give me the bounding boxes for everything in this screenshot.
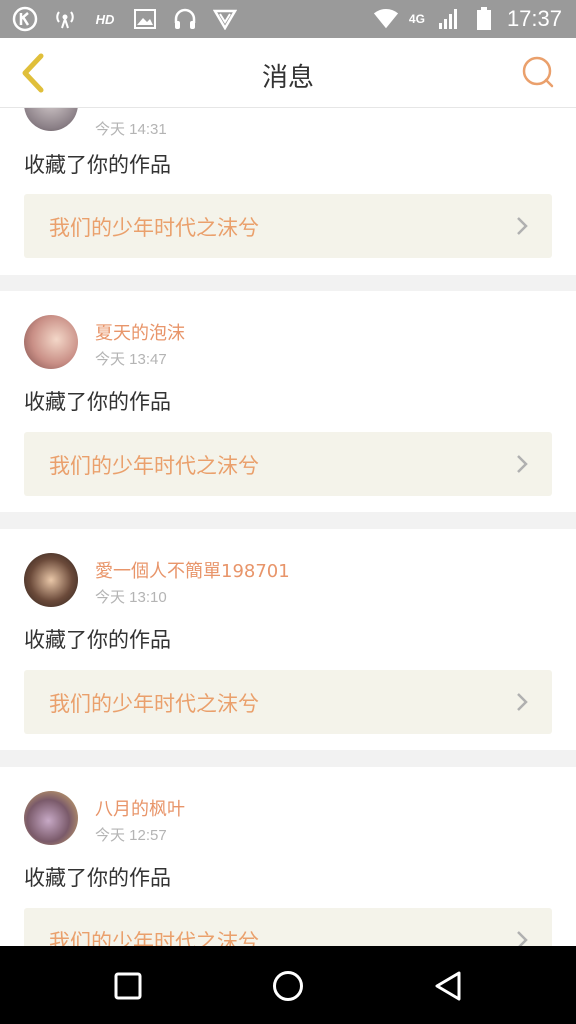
work-link[interactable]: 我们的少年时代之沫兮 <box>24 194 552 258</box>
status-notifications: HD <box>12 6 238 32</box>
square-icon <box>114 972 142 1000</box>
k-app-icon <box>12 6 38 32</box>
chevron-right-icon <box>517 693 528 711</box>
message-card: 愛一個人不簡單198701 今天 13:10 收藏了你的作品 我们的少年时代之沫… <box>0 529 576 750</box>
clock: 17:37 <box>506 6 562 31</box>
app-header: 消息 <box>0 38 576 108</box>
message-list[interactable]: 今天 14:31 收藏了你的作品 我们的少年时代之沫兮 夏天的泡沫 今天 13:… <box>0 108 576 946</box>
chevron-right-icon <box>517 217 528 235</box>
chevron-right-icon <box>517 455 528 473</box>
work-link[interactable]: 我们的少年时代之沫兮 <box>24 670 552 734</box>
message-card: 今天 14:31 收藏了你的作品 我们的少年时代之沫兮 <box>0 108 576 275</box>
username[interactable]: 愛一個人不簡單198701 <box>95 557 290 583</box>
chevron-right-icon <box>517 931 528 946</box>
work-link[interactable]: 我们的少年时代之沫兮 <box>24 432 552 496</box>
signal-icon <box>435 6 461 32</box>
battery-icon <box>471 6 497 32</box>
status-bar: HD 4G 17:37 <box>0 0 576 38</box>
system-nav-bar <box>0 946 576 1024</box>
search-button[interactable] <box>518 52 558 92</box>
avatar[interactable] <box>24 553 78 607</box>
wifi-icon <box>373 6 399 32</box>
headphones-icon <box>172 6 198 32</box>
hd-icon: HD <box>95 11 115 27</box>
status-system: 4G 17:37 <box>373 6 562 32</box>
work-title: 我们的少年时代之沫兮 <box>49 454 259 478</box>
timestamp: 今天 13:10 <box>95 589 167 606</box>
hotspot-icon <box>52 6 78 32</box>
action-text: 收藏了你的作品 <box>24 153 171 177</box>
triangle-back-icon <box>435 971 461 1001</box>
shield-vpn-icon <box>212 6 238 32</box>
action-text: 收藏了你的作品 <box>24 866 171 890</box>
username[interactable]: 夏天的泡沫 <box>95 319 185 345</box>
avatar[interactable] <box>24 315 78 369</box>
work-title: 我们的少年时代之沫兮 <box>49 216 259 240</box>
avatar[interactable] <box>24 108 78 131</box>
search-icon <box>522 56 554 88</box>
message-card: 八月的枫叶 今天 12:57 收藏了你的作品 我们的少年时代之沫兮 <box>0 767 576 946</box>
work-title: 我们的少年时代之沫兮 <box>49 930 259 946</box>
image-icon <box>132 6 158 32</box>
back-nav-button[interactable] <box>428 966 468 1006</box>
timestamp: 今天 13:47 <box>95 351 167 368</box>
circle-icon <box>273 971 303 1001</box>
action-text: 收藏了你的作品 <box>24 390 171 414</box>
home-button[interactable] <box>268 966 308 1006</box>
timestamp: 今天 12:57 <box>95 827 167 844</box>
recent-apps-button[interactable] <box>108 966 148 1006</box>
timestamp: 今天 14:31 <box>95 121 167 138</box>
network-type-label: 4G <box>408 12 425 26</box>
work-link[interactable]: 我们的少年时代之沫兮 <box>24 908 552 946</box>
message-card: 夏天的泡沫 今天 13:47 收藏了你的作品 我们的少年时代之沫兮 <box>0 291 576 512</box>
page-title: 消息 <box>261 63 314 93</box>
work-title: 我们的少年时代之沫兮 <box>49 692 259 716</box>
username[interactable]: 八月的枫叶 <box>95 795 185 821</box>
avatar[interactable] <box>24 791 78 845</box>
action-text: 收藏了你的作品 <box>24 628 171 652</box>
